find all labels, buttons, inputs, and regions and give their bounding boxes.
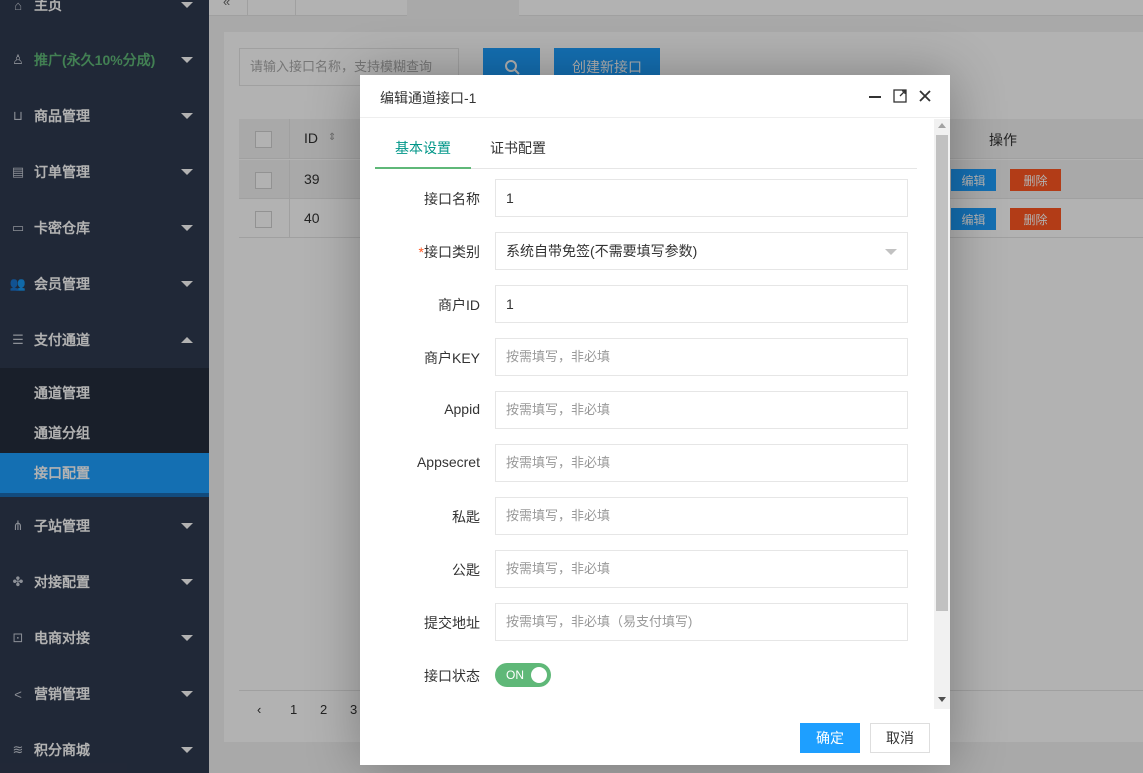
field-label: 接口名称	[424, 191, 480, 207]
appsecret-input[interactable]: 按需填写，非必填	[495, 444, 908, 482]
confirm-button[interactable]: 确定	[800, 723, 860, 753]
form-row-private-key: 私匙 按需填写，非必填	[360, 497, 920, 535]
form-row-appsecret: Appsecret 按需填写，非必填	[360, 444, 920, 482]
scroll-up-icon[interactable]	[938, 123, 946, 128]
toggle-knob	[531, 667, 547, 683]
field-label: 商户ID	[438, 297, 480, 313]
submit-url-input[interactable]: 按需填写，非必填（易支付填写)	[495, 603, 908, 641]
form-row-public-key: 公匙 按需填写，非必填	[360, 550, 920, 588]
field-label: 公匙	[452, 562, 480, 578]
close-icon[interactable]	[916, 87, 934, 105]
field-label: 商户KEY	[423, 350, 480, 366]
tab-certificate-config[interactable]: 证书配置	[470, 131, 566, 169]
field-label: 提交地址	[424, 615, 480, 631]
form-row-name: 接口名称 1	[360, 179, 920, 217]
edit-interface-dialog: 编辑通道接口-1 基本设置 证书配置 接口名称 1 *接口类别 系统自带免签(不…	[360, 75, 950, 765]
interface-name-input[interactable]: 1	[495, 179, 908, 217]
field-label: 接口状态	[424, 668, 480, 684]
selected-value: 系统自带免签(不需要填写参数)	[506, 243, 698, 259]
cancel-button[interactable]: 取消	[870, 723, 930, 753]
merchant-key-input[interactable]: 按需填写，非必填	[495, 338, 908, 376]
form-row-merchant-key: 商户KEY 按需填写，非必填	[360, 338, 920, 376]
appid-input[interactable]: 按需填写，非必填	[495, 391, 908, 429]
interface-type-select[interactable]: 系统自带免签(不需要填写参数)	[495, 232, 908, 270]
merchant-id-input[interactable]: 1	[495, 285, 908, 323]
maximize-icon[interactable]	[891, 87, 909, 105]
form-row-merchant-id: 商户ID 1	[360, 285, 920, 323]
private-key-input[interactable]: 按需填写，非必填	[495, 497, 908, 535]
field-label: Appsecret	[416, 454, 480, 470]
form-row-submit-url: 提交地址 按需填写，非必填（易支付填写)	[360, 603, 920, 641]
tab-basic-settings[interactable]: 基本设置	[375, 131, 471, 169]
field-label: *接口类别	[419, 242, 480, 262]
form-row-status: 接口状态 ON	[360, 656, 920, 694]
scrollbar-thumb[interactable]	[936, 135, 948, 611]
field-label-text: 接口类别	[424, 244, 480, 260]
public-key-input[interactable]: 按需填写，非必填	[495, 550, 908, 588]
status-toggle[interactable]: ON	[495, 663, 551, 687]
field-label: Appid	[444, 401, 480, 417]
toggle-text: ON	[506, 668, 524, 682]
dialog-titlebar: 编辑通道接口-1	[360, 75, 950, 118]
minimize-icon[interactable]	[866, 87, 884, 105]
dialog-tabs: 基本设置 证书配置	[375, 131, 917, 169]
chevron-down-icon	[885, 249, 897, 255]
dialog-title: 编辑通道接口-1	[380, 90, 477, 106]
scroll-down-icon[interactable]	[938, 697, 946, 702]
form-row-appid: Appid 按需填写，非必填	[360, 391, 920, 429]
form-row-type: *接口类别 系统自带免签(不需要填写参数)	[360, 232, 920, 270]
field-label: 私匙	[452, 509, 480, 525]
